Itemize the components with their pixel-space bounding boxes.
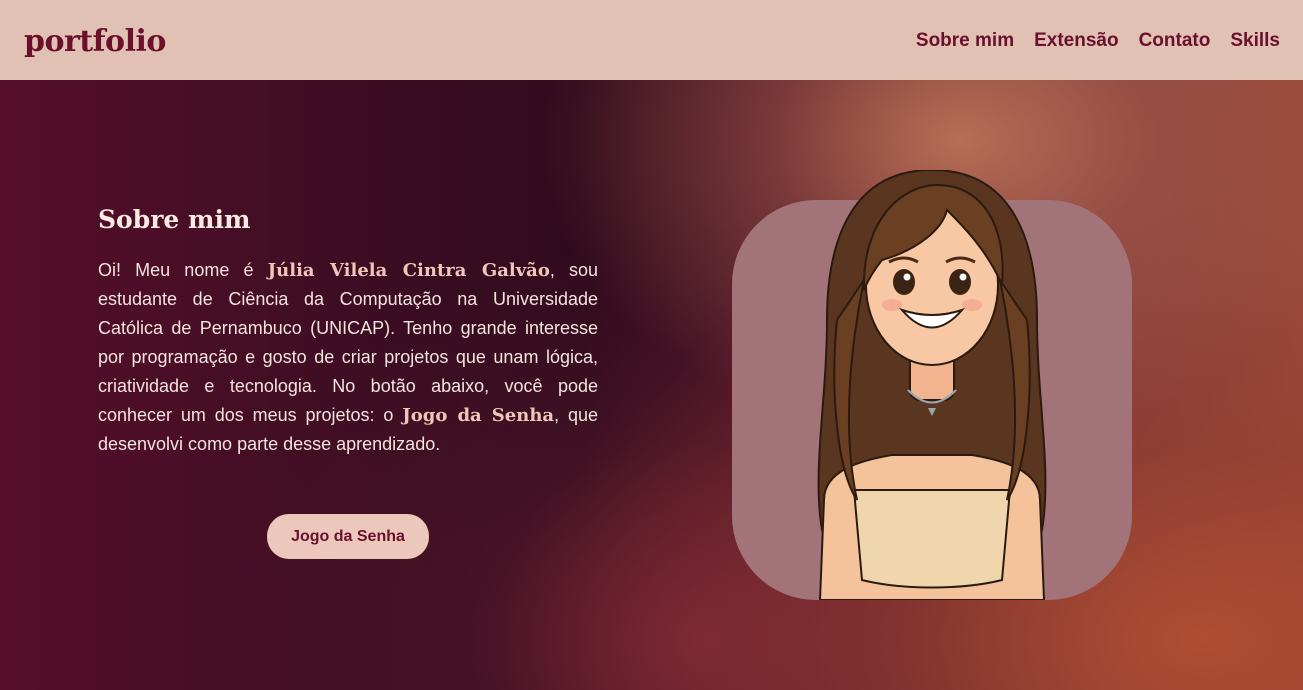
jogo-da-senha-button[interactable]: Jogo da Senha (267, 514, 429, 559)
header-bar: portfolio Sobre mim Extensão Contato Ski… (0, 0, 1303, 80)
nav-link-skills[interactable]: Skills (1230, 30, 1280, 52)
intro-text-start: Oi! Meu nome é (98, 260, 268, 280)
avatar-illustration (817, 170, 1047, 600)
nav-link-extensao[interactable]: Extensão (1034, 30, 1118, 52)
hero-section: Sobre mim Oi! Meu nome é Júlia Vilela Ci… (0, 80, 1303, 690)
eye-left (893, 269, 915, 295)
crop-top (852, 489, 1012, 589)
nav-link-sobre-mim[interactable]: Sobre mim (916, 30, 1014, 52)
logo[interactable]: portfolio (24, 24, 166, 59)
main-nav: Sobre mim Extensão Contato Skills (916, 30, 1280, 52)
nav-link-contato[interactable]: Contato (1139, 30, 1211, 52)
project-name: Jogo da Senha (402, 405, 555, 426)
about-title: Sobre mim (98, 205, 251, 234)
about-section: Sobre mim Oi! Meu nome é Júlia Vilela Ci… (98, 205, 598, 459)
intro-text-middle: , sou estudante de Ciência da Computação… (98, 260, 599, 425)
author-name: Júlia Vilela Cintra Galvão (267, 260, 550, 281)
about-text: Oi! Meu nome é Júlia Vilela Cintra Galvã… (98, 256, 598, 459)
eye-right (949, 269, 971, 295)
